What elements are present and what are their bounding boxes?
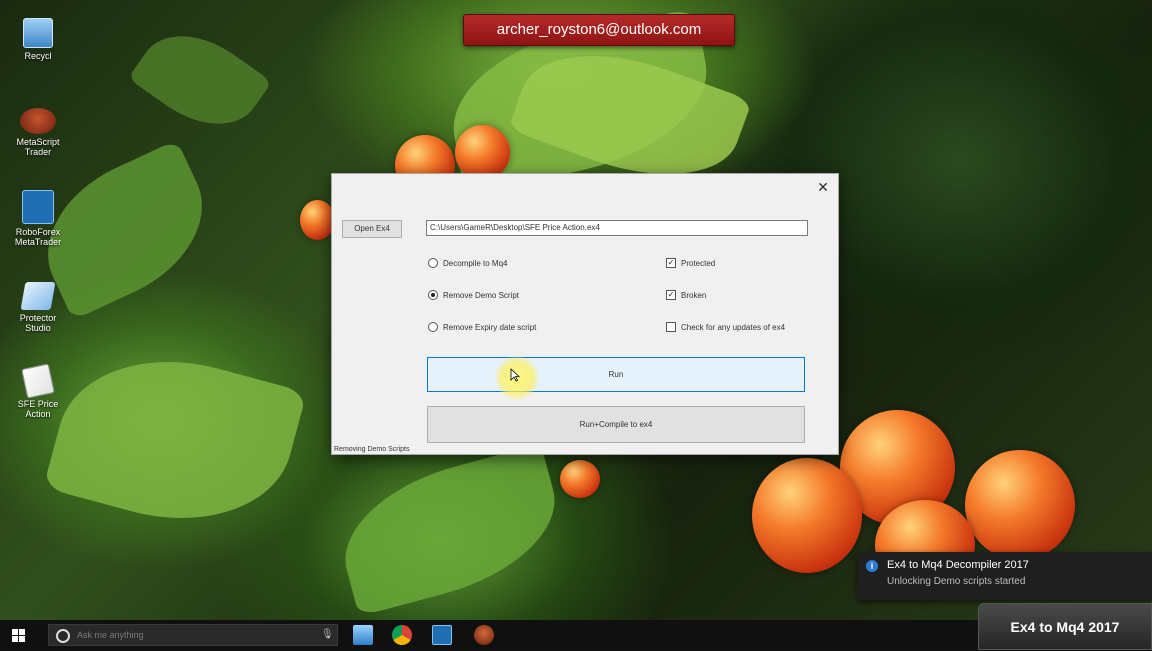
search-placeholder: Ask me anything <box>77 630 144 640</box>
option-label: Broken <box>681 290 707 300</box>
protector-icon <box>20 282 56 310</box>
desktop-icon-label: RoboForex MetaTrader <box>14 227 62 247</box>
chrome-icon[interactable] <box>392 625 412 645</box>
desktop-icon-price-action[interactable]: SFE Price Action <box>8 363 68 419</box>
file-manager-icon[interactable] <box>353 625 373 645</box>
wallpaper-berry <box>300 200 335 240</box>
option-protected[interactable]: ✓ Protected <box>666 258 715 268</box>
remove-demo-radio[interactable] <box>428 290 438 300</box>
desktop-icon-label: Protector Studio <box>19 313 57 333</box>
metascript-icon[interactable] <box>474 625 494 645</box>
microphone-icon[interactable]: 🎙 <box>321 629 334 641</box>
notification-toast[interactable]: i Ex4 to Mq4 Decompiler 2017 Unlocking D… <box>857 552 1152 600</box>
desktop-icon-protector[interactable]: Protector Studio <box>8 282 68 333</box>
metatrader-icon[interactable] <box>432 625 452 645</box>
windows-start-icon[interactable] <box>12 629 25 642</box>
option-label: Decompile to Mq4 <box>443 258 508 268</box>
wallpaper-berry <box>560 460 600 498</box>
option-label: Protected <box>681 258 716 268</box>
recycle-bin-icon <box>23 18 53 48</box>
desktop-icon-metascript[interactable]: MetaScript Trader <box>8 108 68 157</box>
metatrader-icon <box>22 190 54 224</box>
decompiler-window: ✕ Open Ex4 Decompile to Mq4 Remove Demo … <box>331 173 839 455</box>
price-action-icon <box>21 363 55 399</box>
taskbar-search-box[interactable]: Ask me anything 🎙 <box>48 624 338 646</box>
toast-message: Unlocking Demo scripts started <box>887 576 1026 587</box>
wallpaper-berry <box>752 458 862 573</box>
option-label: Remove Demo Script <box>443 290 520 300</box>
option-broken[interactable]: ✓ Broken <box>666 290 706 300</box>
desktop-icon-label: Recycl <box>24 51 52 61</box>
metascript-icon <box>20 108 56 134</box>
email-banner: archer_royston6@outlook.com <box>463 14 735 46</box>
open-ex4-button[interactable]: Open Ex4 <box>342 220 402 238</box>
close-button[interactable]: ✕ <box>814 178 832 196</box>
status-label: Removing Demo Scripts <box>334 446 410 453</box>
cortana-icon <box>56 629 70 643</box>
toast-title: Ex4 to Mq4 Decompiler 2017 <box>887 559 1029 571</box>
wallpaper-leaf <box>328 443 572 617</box>
info-icon: i <box>866 560 878 572</box>
file-path-input[interactable] <box>426 220 808 236</box>
option-check-updates[interactable]: Check for any updates of ex4 <box>666 322 785 332</box>
desktop-icon-recycle-bin[interactable]: Recycl <box>8 18 68 61</box>
broken-checkbox[interactable]: ✓ <box>666 290 676 300</box>
mouse-cursor-icon <box>510 368 520 382</box>
close-icon: ✕ <box>817 179 829 195</box>
wallpaper-leaf <box>43 332 307 548</box>
run-button[interactable]: Run <box>427 357 805 392</box>
option-label: Check for any updates of ex4 <box>681 322 786 332</box>
desktop-icon-label: MetaScript Trader <box>16 137 60 157</box>
option-remove-expiry[interactable]: Remove Expiry date script <box>428 322 536 332</box>
brand-badge: Ex4 to Mq4 2017 <box>978 603 1152 650</box>
wallpaper-leaf <box>127 12 273 148</box>
option-remove-demo[interactable]: Remove Demo Script <box>428 290 519 300</box>
desktop-icon-label: SFE Price Action <box>17 399 59 419</box>
desktop-icon-metatrader[interactable]: RoboForex MetaTrader <box>8 190 68 247</box>
protected-checkbox[interactable]: ✓ <box>666 258 676 268</box>
run-compile-button[interactable]: Run+Compile to ex4 <box>427 406 805 443</box>
wallpaper-berry <box>455 125 510 180</box>
option-label: Remove Expiry date script <box>443 322 537 332</box>
decompile-radio[interactable] <box>428 258 438 268</box>
option-decompile[interactable]: Decompile to Mq4 <box>428 258 507 268</box>
remove-expiry-radio[interactable] <box>428 322 438 332</box>
check-updates-checkbox[interactable] <box>666 322 676 332</box>
wallpaper-berry <box>965 450 1075 560</box>
